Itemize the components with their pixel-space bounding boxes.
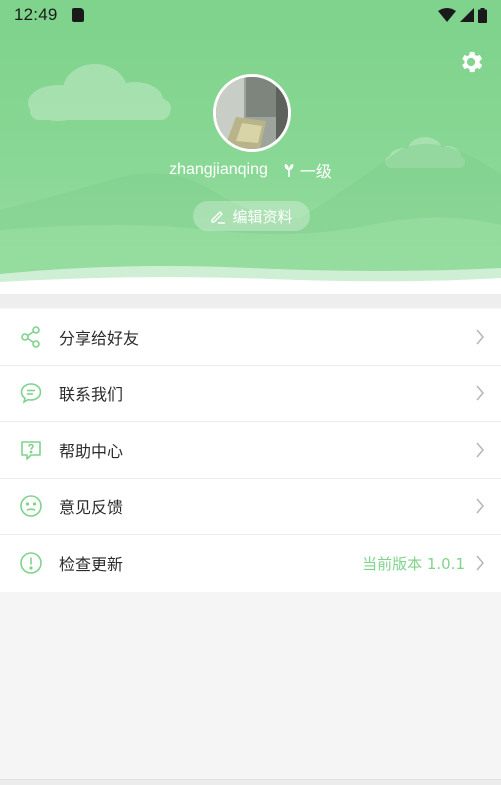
menu-label-help: 帮助中心 <box>59 441 124 461</box>
settings-menu: 分享给好友 联系我们 帮助中心 意见反馈 检查更新 当前版本 1.0.1 <box>0 309 501 592</box>
edit-profile-label: 编辑资料 <box>232 207 293 226</box>
menu-label-share: 分享给好友 <box>59 328 140 348</box>
menu-label-contact: 联系我们 <box>59 385 124 405</box>
sad-face-icon <box>18 493 44 519</box>
menu-item-contact[interactable]: 联系我们 <box>0 366 501 422</box>
menu-item-help[interactable]: 帮助中心 <box>0 422 501 479</box>
share-icon <box>18 324 44 350</box>
chevron-right-icon <box>476 329 484 345</box>
edit-pencil-icon <box>211 211 226 224</box>
chevron-right-icon <box>476 498 484 514</box>
menu-label-check-update: 检查更新 <box>59 555 124 575</box>
menu-label-feedback: 意见反馈 <box>59 498 124 518</box>
menu-item-share[interactable]: 分享给好友 <box>0 309 501 366</box>
settings-gear-icon[interactable] <box>457 48 485 76</box>
sd-card-icon <box>71 8 84 22</box>
edit-profile-button[interactable]: 编辑资料 <box>193 201 310 231</box>
menu-item-feedback[interactable]: 意见反馈 <box>0 479 501 535</box>
chevron-right-icon <box>476 385 484 401</box>
profile-header: zhangjianqing 一级 编辑资料 <box>0 30 501 294</box>
chevron-right-icon <box>476 555 484 571</box>
chevron-right-icon <box>476 442 484 458</box>
battery-icon <box>478 7 487 23</box>
username: zhangjianqing <box>169 161 268 178</box>
status-time: 12:49 <box>14 5 58 24</box>
chat-bubble-icon <box>18 380 44 406</box>
bottom-divider <box>0 779 501 785</box>
cell-signal-icon <box>460 8 474 22</box>
help-icon <box>18 437 44 463</box>
wifi-icon <box>438 8 456 22</box>
status-bar: 12:49 <box>0 0 501 30</box>
level-label: 一级 <box>299 162 332 181</box>
menu-item-check-update[interactable]: 检查更新 当前版本 1.0.1 <box>0 535 501 592</box>
section-separator <box>0 294 501 308</box>
level-badge-icon <box>284 164 294 177</box>
status-icons <box>438 7 487 23</box>
alert-circle-icon <box>18 550 44 576</box>
version-label: 当前版本 1.0.1 <box>362 554 465 573</box>
avatar[interactable] <box>213 74 291 152</box>
avatar-photo <box>216 77 288 149</box>
username-row: zhangjianqing 一级 <box>0 158 501 182</box>
